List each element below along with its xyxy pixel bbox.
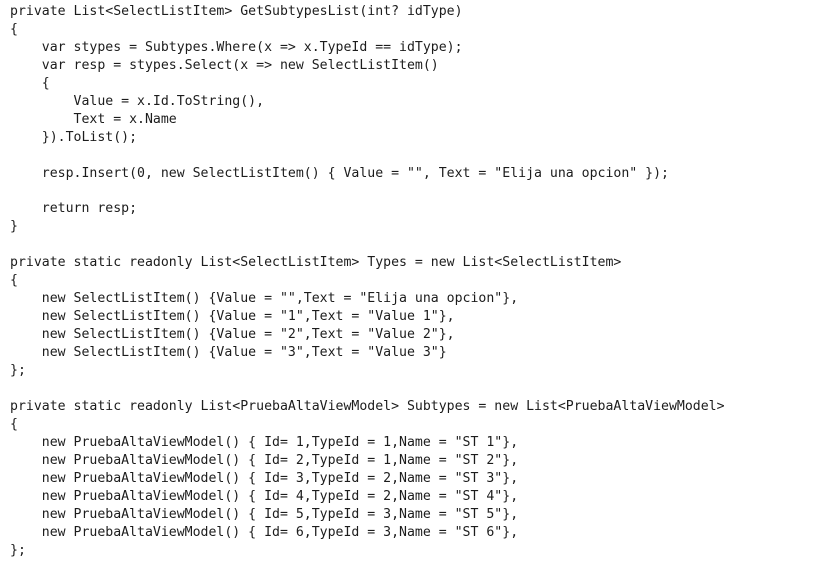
code-line: }; bbox=[10, 363, 26, 379]
code-line: new SelectListItem() {Value = "1",Text =… bbox=[10, 309, 455, 325]
code-line: } bbox=[10, 219, 18, 235]
code-line: { bbox=[10, 21, 18, 37]
code-line: { bbox=[10, 416, 18, 432]
code-line: Text = x.Name bbox=[10, 111, 177, 127]
code-line: new SelectListItem() {Value = "2",Text =… bbox=[10, 327, 455, 343]
code-line: }; bbox=[10, 542, 26, 558]
code-line: new SelectListItem() {Value = "3",Text =… bbox=[10, 345, 447, 361]
code-line: new PruebaAltaViewModel() { Id= 3,TypeId… bbox=[10, 470, 519, 486]
code-line: new PruebaAltaViewModel() { Id= 5,TypeId… bbox=[10, 506, 519, 522]
code-line: new PruebaAltaViewModel() { Id= 4,TypeId… bbox=[10, 488, 519, 504]
code-line: new PruebaAltaViewModel() { Id= 1,TypeId… bbox=[10, 434, 519, 450]
code-line: new PruebaAltaViewModel() { Id= 2,TypeId… bbox=[10, 452, 519, 468]
code-line: { bbox=[10, 75, 50, 91]
code-line: { bbox=[10, 273, 18, 289]
code-line: }).ToList(); bbox=[10, 129, 138, 145]
code-line: Value = x.Id.ToString(), bbox=[10, 93, 265, 109]
code-snippet-surface: private List<SelectListItem> GetSubtypes… bbox=[0, 0, 814, 569]
code-line: private static readonly List<PruebaAltaV… bbox=[10, 398, 725, 414]
code-line: resp.Insert(0, new SelectListItem() { Va… bbox=[10, 165, 669, 181]
source-code-text: private List<SelectListItem> GetSubtypes… bbox=[10, 3, 814, 559]
code-line: new PruebaAltaViewModel() { Id= 6,TypeId… bbox=[10, 524, 519, 540]
code-line: var stypes = Subtypes.Where(x => x.TypeI… bbox=[10, 39, 463, 55]
code-line: var resp = stypes.Select(x => new Select… bbox=[10, 57, 439, 73]
code-line: return resp; bbox=[10, 201, 138, 217]
code-line: private static readonly List<SelectListI… bbox=[10, 255, 622, 271]
code-line: new SelectListItem() {Value = "",Text = … bbox=[10, 291, 519, 307]
code-line: private List<SelectListItem> GetSubtypes… bbox=[10, 4, 463, 19]
